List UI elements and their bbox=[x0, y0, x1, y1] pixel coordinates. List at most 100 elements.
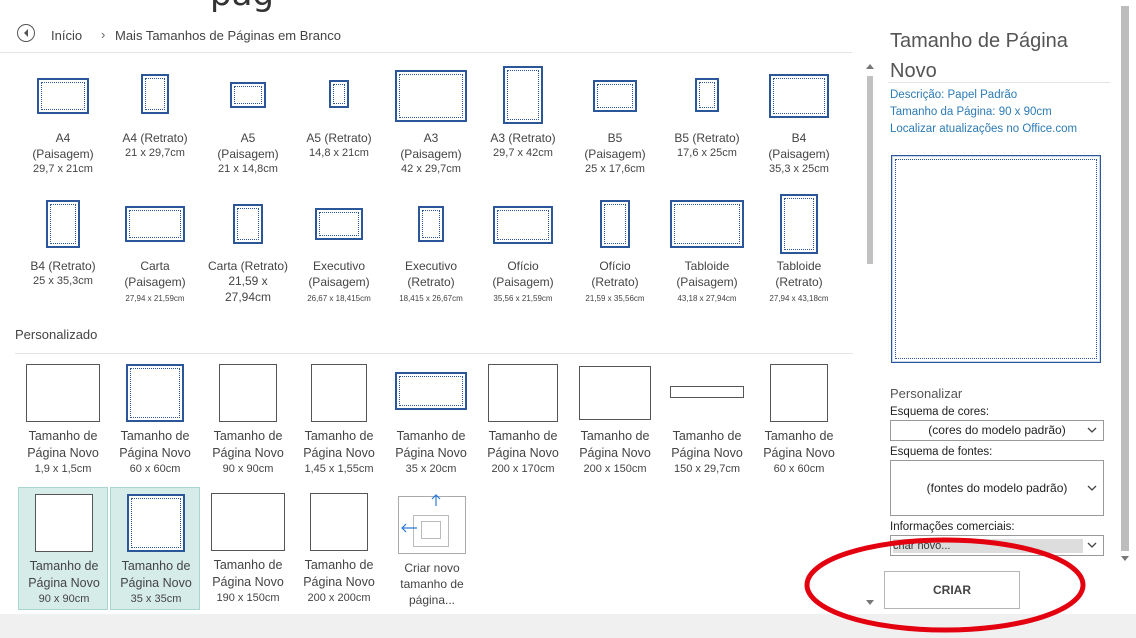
create-new-size-line2: tamanho de bbox=[400, 577, 464, 591]
create-new-size-icon bbox=[398, 494, 466, 554]
template-label: A5 bbox=[240, 131, 256, 145]
template-label: A3 bbox=[423, 131, 439, 145]
chevron-down-icon bbox=[1087, 542, 1097, 548]
custom-template-tile[interactable]: Tamanho de Página Novo 60 x 60cm bbox=[754, 358, 844, 481]
page-thumbnail bbox=[670, 200, 744, 248]
section-divider bbox=[15, 353, 853, 354]
custom-template-size: 200 x 170cm bbox=[491, 463, 555, 475]
custom-template-tile[interactable]: Tamanho de Página Novo 200 x 200cm bbox=[294, 487, 384, 610]
office-updates-link[interactable]: Localizar atualizações no Office.com bbox=[890, 123, 1077, 135]
custom-template-tile[interactable]: Tamanho de Página Novo 150 x 29,7cm bbox=[662, 358, 752, 481]
custom-template-tile[interactable]: Tamanho de Página Novo 190 x 150cm bbox=[203, 487, 293, 610]
template-tile[interactable]: Tabloide (Paisagem) 43,18 x 27,94cm bbox=[662, 190, 752, 310]
template-size: 21 x 14,8cm bbox=[218, 163, 278, 175]
template-tile[interactable]: A5 (Retrato) 14,8 x 21cm bbox=[294, 60, 384, 180]
template-tile[interactable]: Carta (Retrato) 21,59 x 27,94cm bbox=[203, 190, 293, 310]
template-tile[interactable]: A5 (Paisagem) 21 x 14,8cm bbox=[203, 60, 293, 180]
custom-template-size: 90 x 90cm bbox=[222, 463, 274, 475]
back-button[interactable] bbox=[17, 24, 35, 42]
custom-template-name: Tamanho de bbox=[488, 429, 558, 443]
status-strip bbox=[0, 614, 1136, 638]
template-size: 21,59 x bbox=[228, 274, 268, 288]
template-tile[interactable]: B4 (Paisagem) 35,3 x 25cm bbox=[754, 60, 844, 180]
details-scroll-thumb[interactable] bbox=[1121, 6, 1129, 551]
breadcrumb-home-link[interactable]: Início bbox=[51, 28, 82, 43]
template-label: Ofício bbox=[507, 259, 539, 273]
page-thumbnail bbox=[579, 366, 651, 420]
template-size: 27,94cm bbox=[224, 290, 272, 304]
breadcrumb: Início › Mais Tamanhos de Páginas em Bra… bbox=[0, 18, 852, 53]
custom-template-size: 200 x 200cm bbox=[307, 592, 371, 604]
custom-template-tile[interactable]: Tamanho de Página Novo 60 x 60cm bbox=[110, 358, 200, 481]
custom-template-tile[interactable]: Tamanho de Página Novo 200 x 150cm bbox=[570, 358, 660, 481]
custom-template-tile[interactable]: Tamanho de Página Novo 90 x 90cm bbox=[18, 487, 108, 610]
custom-template-tile[interactable]: Tamanho de Página Novo 35 x 20cm bbox=[386, 358, 476, 481]
custom-template-tile[interactable]: Tamanho de Página Novo 90 x 90cm bbox=[203, 358, 293, 481]
business-info-value: criar novo... bbox=[893, 539, 1083, 553]
template-size: 43,18 x 27,94cm bbox=[677, 294, 737, 303]
details-title-line1: Tamanho de Página bbox=[890, 30, 1068, 52]
template-tile[interactable]: Tabloide (Retrato) 27,94 x 43,18cm bbox=[754, 190, 844, 310]
custom-template-tile[interactable]: Tamanho de Página Novo 1,9 x 1,5cm bbox=[18, 358, 108, 481]
template-tile[interactable]: A3 (Retrato) 29,7 x 42cm bbox=[478, 60, 568, 180]
breadcrumb-separator: › bbox=[101, 27, 106, 42]
page-thumbnail bbox=[35, 494, 93, 552]
color-scheme-select[interactable]: (cores do modelo padrão) bbox=[890, 420, 1104, 441]
template-tile[interactable]: A4 (Paisagem) 29,7 x 21cm bbox=[18, 60, 108, 180]
custom-section-title: Personalizado bbox=[15, 327, 98, 342]
page-thumbnail bbox=[310, 493, 368, 551]
gallery-scrollbar[interactable] bbox=[866, 62, 874, 605]
custom-template-name: Tamanho de bbox=[120, 429, 190, 443]
scroll-down-icon[interactable] bbox=[1121, 556, 1129, 561]
gallery-scroll-thumb[interactable] bbox=[867, 76, 873, 264]
details-title: Tamanho de Página Novo bbox=[890, 26, 1120, 86]
custom-template-name: Página Novo bbox=[579, 446, 651, 460]
page-thumbnail bbox=[141, 74, 169, 114]
template-label: Tabloide bbox=[776, 259, 822, 273]
custom-template-name: Página Novo bbox=[119, 446, 191, 460]
template-size: 21 x 29,7cm bbox=[125, 147, 185, 159]
business-info-select[interactable]: criar novo... bbox=[890, 535, 1104, 556]
custom-template-size: 35 x 35cm bbox=[130, 593, 182, 605]
template-size: 26,67 x 18,415cm bbox=[307, 294, 371, 303]
custom-template-size: 1,45 x 1,55cm bbox=[304, 463, 374, 475]
font-scheme-value: (fontes do modelo padrão) bbox=[926, 481, 1068, 495]
template-label: A5 (Retrato) bbox=[306, 131, 372, 145]
font-scheme-select[interactable]: (fontes do modelo padrão) bbox=[890, 460, 1104, 516]
template-tile[interactable]: B5 (Retrato) 17,6 x 25cm bbox=[662, 60, 752, 180]
page-thumbnail bbox=[233, 204, 263, 244]
template-label: Carta bbox=[140, 259, 170, 273]
custom-template-tile[interactable]: Tamanho de Página Novo 1,45 x 1,55cm bbox=[294, 358, 384, 481]
create-button[interactable]: CRIAR bbox=[884, 571, 1020, 609]
template-tile[interactable]: Executivo (Paisagem) 26,67 x 18,415cm bbox=[294, 190, 384, 310]
custom-template-tile[interactable]: Tamanho de Página Novo 35 x 35cm bbox=[110, 487, 200, 610]
scroll-up-icon[interactable] bbox=[866, 64, 874, 69]
custom-template-name: Tamanho de bbox=[304, 558, 374, 572]
custom-template-tile[interactable]: Tamanho de Página Novo 200 x 170cm bbox=[478, 358, 568, 481]
template-tile[interactable]: B5 (Paisagem) 25 x 17,6cm bbox=[570, 60, 660, 180]
page-thumbnail bbox=[329, 80, 349, 108]
scroll-down-icon[interactable] bbox=[866, 600, 874, 605]
page-thumbnail bbox=[37, 78, 89, 114]
template-tile[interactable]: Ofício (Retrato) 21,59 x 35,56cm bbox=[570, 190, 660, 310]
template-tile[interactable]: Carta (Paisagem) 27,94 x 21,59cm bbox=[110, 190, 200, 310]
template-tile[interactable]: B4 (Retrato) 25 x 35,3cm bbox=[18, 190, 108, 310]
custom-template-name: Página Novo bbox=[212, 446, 284, 460]
create-new-size-tile[interactable]: Criar novo tamanho de página... bbox=[392, 488, 472, 610]
page-thumbnail bbox=[769, 74, 829, 118]
custom-template-name: Tamanho de bbox=[304, 429, 374, 443]
custom-template-name: Tamanho de bbox=[28, 429, 98, 443]
template-label: A3 (Retrato) bbox=[490, 131, 556, 145]
template-tile[interactable]: Ofício (Paisagem) 35,56 x 21,59cm bbox=[478, 190, 568, 310]
custom-template-size: 35 x 20cm bbox=[405, 463, 457, 475]
template-tile[interactable]: Executivo (Retrato) 18,415 x 26,67cm bbox=[386, 190, 476, 310]
custom-template-name: Página Novo bbox=[27, 446, 99, 460]
details-description: Descrição: Papel Padrão bbox=[890, 89, 1018, 101]
page-thumbnail bbox=[770, 364, 828, 422]
template-size: 18,415 x 26,67cm bbox=[399, 294, 463, 303]
custom-template-size: 150 x 29,7cm bbox=[673, 463, 741, 475]
details-scrollbar[interactable] bbox=[1118, 0, 1136, 570]
template-tile[interactable]: A4 (Retrato) 21 x 29,7cm bbox=[110, 60, 200, 180]
template-tile[interactable]: A3 (Paisagem) 42 x 29,7cm bbox=[386, 60, 476, 180]
template-label: B4 bbox=[791, 131, 807, 145]
